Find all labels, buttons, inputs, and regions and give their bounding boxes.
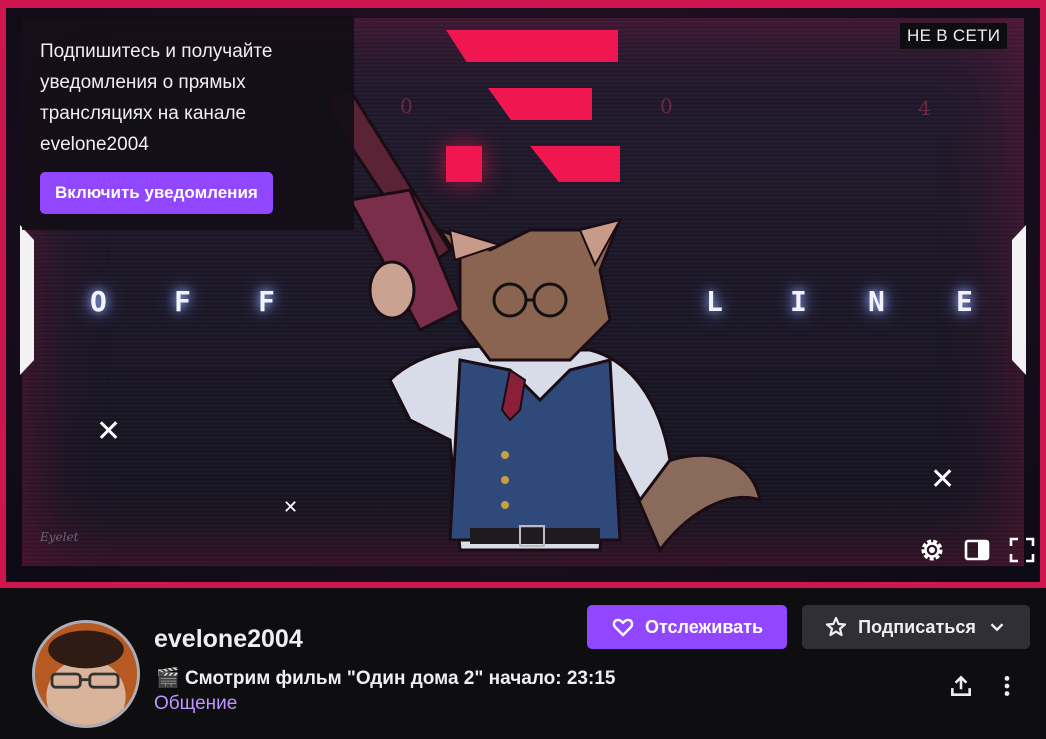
banner-right-notch: [1012, 225, 1026, 375]
banner-x-mark: ✕: [96, 414, 122, 449]
avatar-photo: [35, 623, 137, 725]
stream-title-text: Смотрим фильм "Один дома 2" начало: 23:1…: [184, 668, 616, 689]
fullscreen-icon[interactable]: [1008, 536, 1036, 564]
stream-title: 🎬 Смотрим фильм "Один дома 2" начало: 23…: [156, 666, 615, 690]
banner-letter: E: [956, 285, 973, 318]
stream-category-link[interactable]: Общение: [154, 693, 237, 715]
subscribe-button[interactable]: Подписаться: [802, 605, 1030, 649]
chevron-down-icon: [990, 623, 1004, 632]
theatre-mode-icon[interactable]: [963, 536, 991, 564]
notifications-prompt-text: Подпишитесь и получайте уведомления о пр…: [40, 41, 273, 155]
clapperboard-emoji: 🎬: [156, 668, 180, 689]
subscribe-button-label: Подписаться: [858, 616, 976, 637]
banner-number: 4: [918, 96, 931, 120]
channel-name[interactable]: evelone2004: [154, 625, 303, 654]
enable-notifications-button[interactable]: Включить уведомления: [40, 172, 273, 214]
banner-left-notch: [20, 225, 34, 375]
channel-avatar[interactable]: [32, 620, 140, 728]
video-player[interactable]: 0 0 4 O F F L I N E ✕ ✕ ✕ Eyelet Подпиши…: [0, 0, 1046, 588]
notifications-prompt: Подпишитесь и получайте уведомления о пр…: [22, 16, 354, 230]
banner-letter: F: [258, 285, 275, 318]
settings-icon[interactable]: [918, 536, 946, 564]
artist-signature: Eyelet: [40, 530, 79, 544]
star-icon: [826, 616, 847, 637]
banner-letter: O: [90, 285, 107, 318]
heart-icon: [612, 618, 634, 637]
share-icon[interactable]: [945, 670, 977, 702]
banner-letter: I: [790, 285, 807, 318]
banner-logo-bar: [446, 30, 618, 62]
banner-x-mark: ✕: [283, 497, 299, 518]
offline-status-badge: НЕ В СЕТИ: [900, 23, 1008, 49]
banner-letter: F: [174, 285, 191, 318]
character-illustration: [330, 88, 762, 553]
banner-x-mark: ✕: [930, 462, 956, 497]
banner-letter: N: [868, 285, 885, 318]
follow-button-label: Отслеживать: [644, 616, 764, 637]
more-vertical-icon[interactable]: [991, 670, 1023, 702]
follow-button[interactable]: Отслеживать: [587, 605, 787, 649]
